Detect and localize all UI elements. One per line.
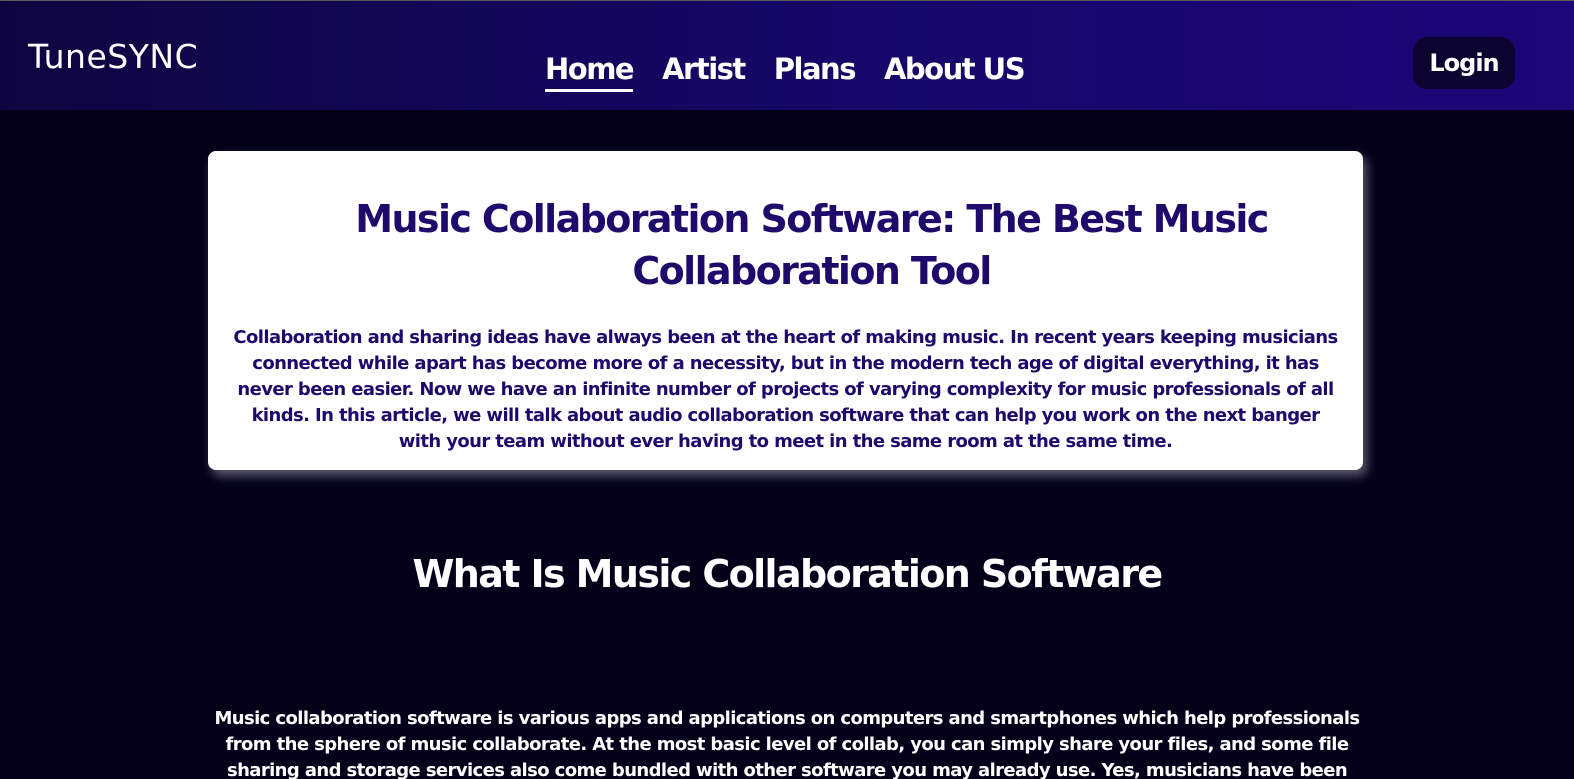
intro-title: Music Collaboration Software: The Best M… [355,197,1269,293]
intro-card: Music Collaboration Software: The Best M… [208,151,1363,470]
nav-item-plans[interactable]: Plans [774,51,857,87]
nav-item-home[interactable]: Home [545,51,635,92]
site-logo[interactable]: TuneSYNC [28,37,198,76]
intro-paragraph: Collaboration and sharing ideas have alw… [233,327,1338,452]
site-header: TuneSYNC Home Artist Plans About US Logi… [0,0,1574,110]
nav-item-artist[interactable]: Artist [662,51,746,87]
main-nav: Home Artist Plans About US [545,51,1026,92]
nav-item-about-us[interactable]: About US [884,51,1026,87]
login-button[interactable]: Login [1413,37,1515,89]
section-title: What Is Music Collaboration Software [412,552,1163,596]
section-paragraph: Music collaboration software is various … [214,708,1360,779]
